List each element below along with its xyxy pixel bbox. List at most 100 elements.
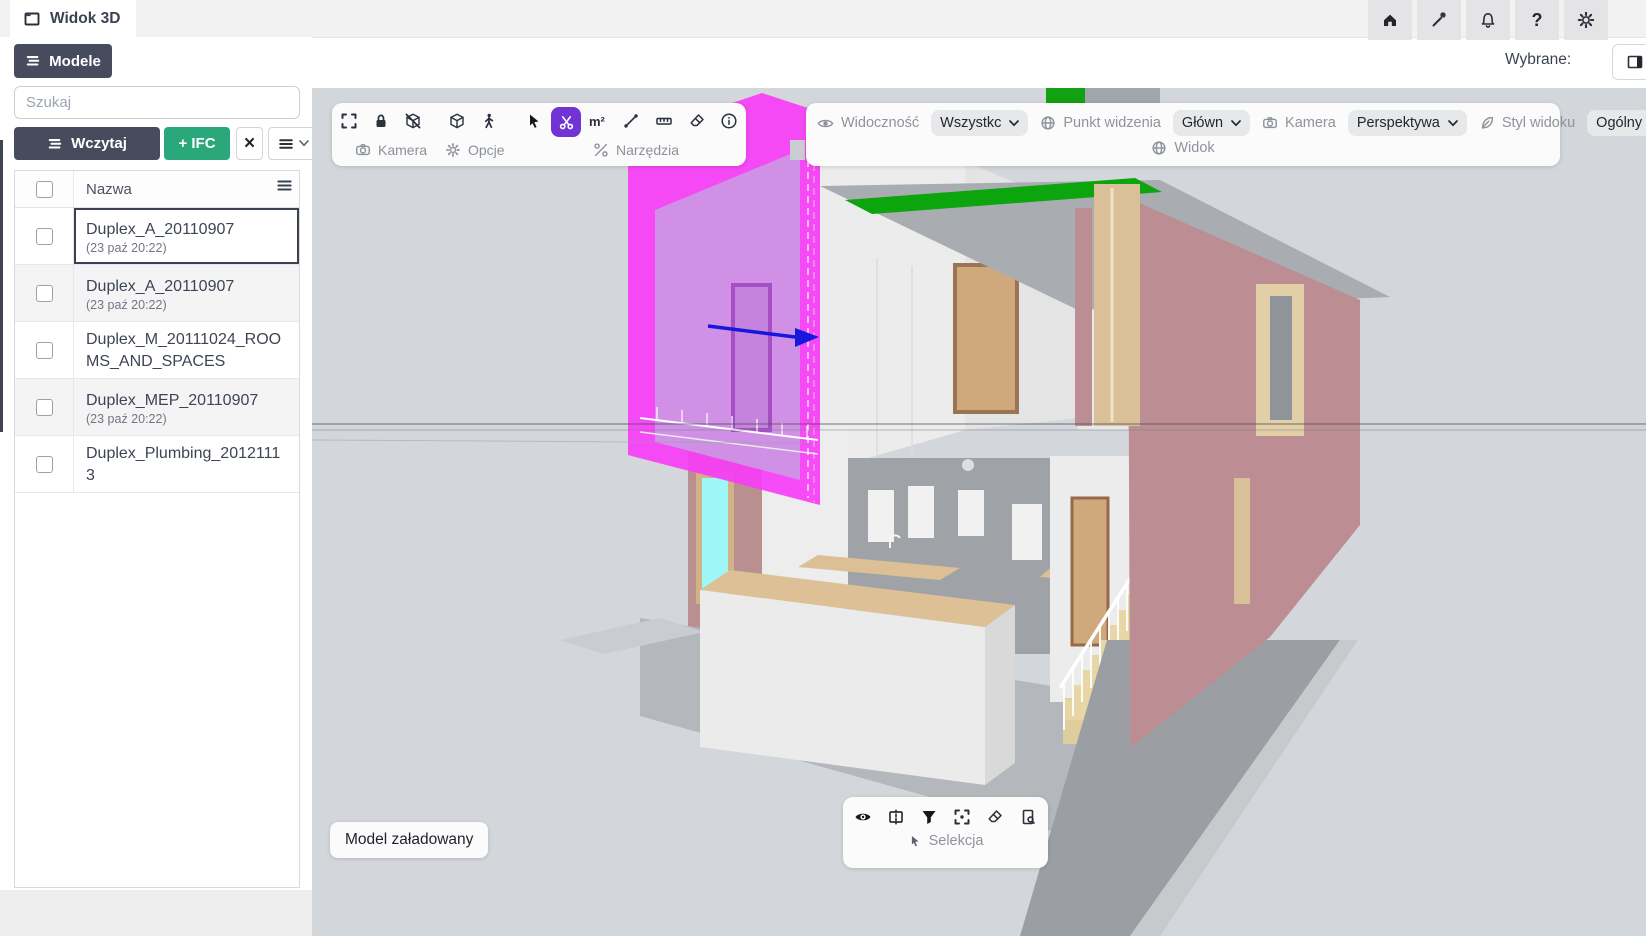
area-measure-button[interactable]: m² [589, 114, 605, 129]
collapsed-panel-edge[interactable] [0, 140, 3, 432]
gear-icon [1577, 11, 1595, 29]
load-button[interactable]: Wczytaj [14, 127, 160, 160]
gear-icon [445, 142, 461, 158]
viewpoint-select[interactable]: Główn [1173, 110, 1250, 136]
focus-icon [953, 808, 971, 826]
app-window: Widok 3D ? Wybrane: Modele Wcz [0, 0, 1646, 936]
column-menu-button[interactable] [276, 177, 293, 199]
show-selection-button[interactable] [854, 808, 872, 826]
table-header: Nazwa [15, 171, 299, 208]
view-toolbar: Widoczność Wszystkc Punkt widzenia Główn… [806, 103, 1560, 166]
view-style-select[interactable]: Ogólny [1587, 110, 1646, 136]
selected-label: Wybrane: [1505, 51, 1571, 69]
camera-mode-select[interactable]: Perspektywa [1348, 110, 1467, 136]
scissors-icon [558, 114, 575, 131]
eraser-icon [986, 808, 1004, 826]
filter-icon [920, 808, 938, 826]
magic-wand-button[interactable] [1417, 0, 1461, 40]
info-button[interactable] [720, 112, 738, 130]
select-all-checkbox[interactable] [36, 181, 53, 198]
tab-widok-3d[interactable]: Widok 3D [10, 0, 136, 37]
row-checkbox[interactable] [36, 342, 53, 359]
cube-view-button[interactable] [448, 112, 466, 130]
chevron-down-icon [299, 140, 309, 147]
layers-icon [25, 53, 41, 69]
layers-icon [47, 136, 63, 152]
isolate-button[interactable] [887, 808, 905, 826]
clear-button[interactable]: × [236, 127, 263, 160]
view-style-button[interactable]: Styl widoku [1479, 115, 1575, 131]
list-menu-button[interactable] [268, 127, 318, 160]
split-box-icon [887, 808, 905, 826]
eye-filled-icon [854, 808, 872, 826]
model-cell[interactable]: Duplex_MEP_20110907 (23 paź 20:22) [74, 379, 299, 435]
section-tool-button[interactable] [551, 107, 581, 137]
chevron-down-icon [1231, 120, 1241, 127]
select-tool-button[interactable] [525, 112, 543, 130]
table-row[interactable]: Duplex_MEP_20110907 (23 paź 20:22) [15, 379, 299, 436]
table-row[interactable]: Duplex_A_20110907 (23 paź 20:22) [15, 265, 299, 322]
viewer-3d: m² Kamera Opcje Narzęd [312, 88, 1646, 936]
visibility-select[interactable]: Wszystkc [931, 110, 1028, 136]
ruler-button[interactable] [655, 112, 673, 130]
distance-measure-button[interactable] [622, 112, 640, 130]
table-row[interactable]: Duplex_Plumbing_20121113 [15, 436, 299, 493]
notifications-button[interactable] [1466, 0, 1510, 40]
model-cell[interactable]: Duplex_Plumbing_20121113 [74, 436, 299, 492]
options-group-button[interactable]: Opcje [445, 142, 505, 158]
window-icon [23, 10, 41, 28]
help-button[interactable]: ? [1515, 0, 1559, 40]
home-icon [1381, 11, 1399, 29]
inspect-selection-button[interactable] [1019, 808, 1037, 826]
row-checkbox[interactable] [36, 285, 53, 302]
models-panel: Modele Wczytaj + IFC × Nazwa [0, 37, 312, 936]
focus-selection-button[interactable] [953, 808, 971, 826]
walk-mode-button[interactable] [480, 112, 498, 130]
home-button[interactable] [1368, 0, 1412, 40]
model-cell[interactable]: Duplex_M_20111024_ROOMS_AND_SPACES [74, 322, 299, 378]
camera-group-button[interactable]: Kamera [355, 142, 427, 158]
settings-button[interactable] [1564, 0, 1608, 40]
add-ifc-button[interactable]: + IFC [164, 127, 230, 160]
lock-button[interactable] [372, 112, 390, 130]
globe-icon [1151, 140, 1167, 156]
row-checkbox[interactable] [36, 399, 53, 416]
viewpoint-button[interactable]: Punkt widzenia [1040, 115, 1161, 131]
models-button[interactable]: Modele [14, 44, 112, 78]
table-row[interactable]: Duplex_M_20111024_ROOMS_AND_SPACES [15, 322, 299, 379]
split-window-icon [1626, 53, 1644, 71]
question-icon: ? [1532, 10, 1543, 31]
status-toast: Model załadowany [330, 822, 488, 858]
row-checkbox[interactable] [36, 228, 53, 245]
eye-icon [817, 115, 834, 132]
camera-icon [1262, 115, 1278, 131]
feather-icon [1479, 115, 1495, 131]
visibility-button[interactable]: Widoczność [817, 115, 919, 132]
view-group-label: Widok [1151, 140, 1214, 156]
hamburger-icon [278, 136, 294, 152]
doc-search-icon [1019, 808, 1037, 826]
model-cell[interactable]: Duplex_A_20110907 (23 paź 20:22) [74, 265, 299, 321]
model-cell-selected[interactable]: Duplex_A_20110907 (23 paź 20:22) [74, 208, 299, 264]
tools-icon [593, 142, 609, 158]
selection-toolbar: Selekcja [843, 797, 1048, 868]
hide-model-button[interactable] [404, 112, 422, 130]
tools-group-button[interactable]: Narzędzia [593, 142, 679, 158]
fit-view-button[interactable] [340, 112, 358, 130]
tab-title: Widok 3D [50, 10, 120, 28]
search-input[interactable] [14, 86, 300, 119]
eraser-button[interactable] [688, 112, 706, 130]
selected-view-button[interactable] [1612, 44, 1646, 80]
table-row[interactable]: Duplex_A_20110907 (23 paź 20:22) [15, 208, 299, 265]
tools-toolbar: m² Kamera Opcje Narzęd [332, 103, 746, 166]
bottom-strip [0, 890, 312, 936]
camera-mode-button[interactable]: Kamera [1262, 115, 1336, 131]
filter-button[interactable] [920, 808, 938, 826]
chevron-down-icon [1009, 120, 1019, 127]
header-actions: ? [1368, 0, 1608, 40]
magic-wand-icon [1430, 11, 1448, 29]
row-checkbox[interactable] [36, 456, 53, 473]
models-table: Nazwa Duplex_A_20110907 (23 paź 20:22) D… [14, 170, 300, 888]
name-column-header: Nazwa [74, 181, 299, 198]
clear-selection-button[interactable] [986, 808, 1004, 826]
